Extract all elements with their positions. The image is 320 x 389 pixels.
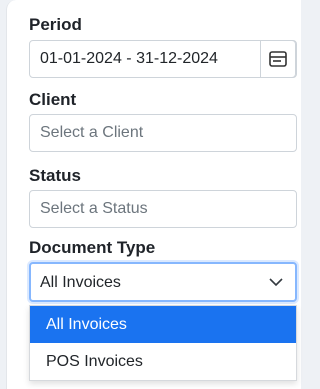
status-label: Status — [29, 166, 81, 185]
chevron-down-icon — [269, 278, 283, 287]
client-label: Client — [29, 90, 77, 109]
document-type-select[interactable]: All Invoices — [29, 262, 297, 302]
document-type-label: Document Type — [29, 238, 156, 257]
period-label: Period — [29, 15, 82, 34]
period-date-range-input[interactable]: 01-01-2024 - 31-12-2024 — [29, 40, 297, 78]
status-placeholder: Select a Status — [40, 200, 148, 217]
document-type-dropdown: All Invoices POS Invoices — [29, 305, 297, 381]
calendar-icon — [269, 51, 287, 67]
calendar-button[interactable] — [260, 40, 296, 78]
option-all-invoices[interactable]: All Invoices — [30, 306, 296, 343]
filter-panel: Period 01-01-2024 - 31-12-2024 Client Se… — [6, 0, 301, 389]
client-select[interactable]: Select a Client — [29, 114, 297, 152]
document-type-value: All Invoices — [40, 274, 121, 291]
period-value: 01-01-2024 - 31-12-2024 — [40, 50, 218, 67]
client-placeholder: Select a Client — [40, 124, 144, 141]
status-select[interactable]: Select a Status — [29, 190, 297, 228]
option-pos-invoices[interactable]: POS Invoices — [30, 343, 296, 380]
